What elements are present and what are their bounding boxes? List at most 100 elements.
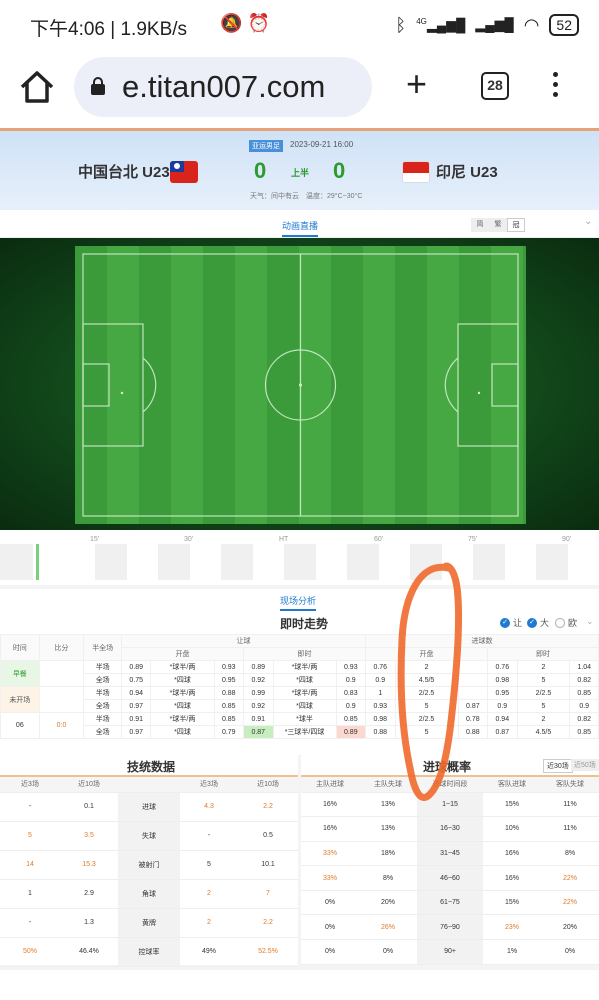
col-open: 开盘 (120, 647, 245, 661)
prob-cell: 16% (301, 792, 359, 818)
stat-cell: 5 (180, 850, 238, 880)
odds-cell: 0.95 (213, 673, 245, 687)
goal-probability-panel: 进球概率 近30场 近50场 主队进球 主队失球 进球时间段 客队进球 客队失球… (301, 755, 599, 965)
option-total[interactable]: ✓ 大 (527, 616, 549, 629)
home-team-name[interactable]: 中国台北 U23 (78, 161, 170, 182)
lang-cantonese[interactable]: 冠 (507, 218, 525, 232)
stat-cell: 黄牌 (118, 908, 180, 938)
home-score: 0 (254, 158, 267, 183)
odds-cell: 0.75 (120, 673, 152, 687)
odds-cell: 0.91 (120, 712, 152, 726)
table-row: 50% 46.4% 控球率 49% 52.5% (0, 937, 298, 967)
row-type: 全场 (83, 673, 122, 687)
prob-cell: 61~75 (417, 890, 483, 916)
odds-cell: *球半 (272, 712, 337, 726)
timeline-label: 75' (468, 536, 478, 543)
match-period: 上半 (291, 168, 310, 178)
menu-icon[interactable] (548, 69, 562, 105)
table-header-row: 时间 比分 半全场 让球 进球数 (0, 634, 599, 661)
prob-cell: 0% (301, 890, 359, 916)
status-right-icons: ᛒ 4G▂▄▆█ ▂▄▆█ ◠ 52 (395, 14, 579, 36)
status-left-icons: 🔕 ⏰ (220, 13, 270, 34)
away-team-flag (402, 161, 430, 183)
odds-cell: 0.78 (457, 712, 489, 726)
stat-cell: 1.3 (60, 908, 118, 938)
odds-cell: 2 (394, 660, 459, 674)
odds-cell: 0.95 (487, 686, 518, 700)
prob-cell: 20% (359, 890, 417, 916)
row-type: 全场 (83, 725, 122, 739)
odds-cell: 0.92 (243, 699, 274, 713)
odds-cell: 1.04 (569, 660, 599, 674)
table-row: 06 0:0 半场 0.91 *球半/两 0.85 0.91 *球半 0.85 0.98 2/2.5… (0, 712, 599, 739)
table-row: -1.3 黄牌 2 2.2 (0, 908, 298, 938)
table-row: 0% 0% 90+ 1% 0% (301, 939, 599, 965)
row-type: 半场 (83, 686, 122, 700)
timeline-block (284, 544, 316, 580)
odds-cell: 0.82 (569, 712, 599, 726)
address-bar[interactable]: e.titan007.com (74, 57, 372, 117)
stat-cell: 2.2 (238, 792, 298, 822)
battery-icon: 52 (549, 14, 579, 36)
home-icon[interactable] (18, 68, 56, 106)
row-score (38, 686, 85, 713)
option-handicap[interactable]: ✓ 让 (500, 616, 522, 629)
chevron-down-icon[interactable]: ⌄ (586, 616, 594, 627)
prob-cell: 0% (301, 939, 359, 965)
away-team-name[interactable]: 印尼 U23 (436, 161, 498, 182)
prob-cell: 13% (359, 792, 417, 818)
odds-cell: 0.98 (487, 673, 518, 687)
prob-cell: 11% (541, 816, 599, 842)
col-header: 进球时间段 (417, 775, 483, 793)
lang-traditional[interactable]: 繁 (489, 218, 507, 232)
prob-cell: 33% (301, 865, 359, 891)
option-european[interactable]: 欧 (555, 616, 577, 629)
table-row: 全场 0.97 *四球 0.85 0.92 *四球 0.9 0.93 5 0.87 0.9 5 0.9 (1, 699, 599, 713)
odds-cell: *四球 (150, 699, 215, 713)
odds-cell: 2/2.5 (394, 712, 459, 726)
mute-bell-icon: 🔕 (220, 13, 243, 33)
tab-switcher-button[interactable]: 28 (481, 72, 509, 100)
odds-cell: *三球半/四球 (272, 725, 337, 739)
prob-cell: 10% (483, 816, 541, 842)
check-icon: ✓ (527, 617, 537, 628)
col-total: 进球数 (365, 634, 599, 648)
tab-live-analysis[interactable]: 现场分析 (280, 594, 317, 611)
odds-cell: 0.87 (487, 725, 518, 739)
chevron-down-icon[interactable]: ⌄ (584, 216, 592, 227)
odds-cell: 4.5/5 (516, 725, 571, 739)
tab-last-50[interactable]: 近50场 (571, 759, 599, 771)
odds-cell: 0.85 (569, 686, 599, 700)
new-tab-button[interactable]: + (406, 66, 427, 102)
odds-cell: 0.9 (335, 699, 367, 713)
row-label: 06 (0, 712, 40, 739)
col-live: 即时 (243, 647, 367, 661)
stat-cell: 失球 (118, 821, 180, 851)
table-row: 33% 8% 46~60 16% 22% (301, 865, 599, 891)
odds-cell: 0.9 (335, 673, 367, 687)
tab-animation-live[interactable]: 动画直播 (282, 219, 319, 237)
odds-cell: 0.97 (120, 725, 152, 739)
table-row: 0% 26% 76~90 23% 20% (301, 914, 599, 941)
table-row: 未开场 半场 0.94 *球半/两 0.88 0.99 *球半/两 0.83 1 2/2.5 0.9… (0, 686, 599, 713)
table-header-row: 主队进球 主队失球 进球时间段 客队进球 客队失球 (301, 775, 599, 793)
odds-cell: 2/2.5 (516, 686, 571, 700)
row-type: 全场 (83, 699, 122, 713)
col-open: 开盘 (365, 647, 489, 661)
tab-last-30[interactable]: 近30场 (543, 759, 573, 773)
odds-cell: 0.99 (243, 686, 274, 700)
stat-cell: 0.1 (60, 792, 118, 822)
timeline-block (473, 544, 505, 580)
stat-cell: 46.4% (60, 937, 118, 967)
odds-cell: *球半/两 (150, 712, 215, 726)
odds-cell (457, 660, 489, 674)
odds-cell: *球半/两 (272, 660, 337, 674)
col-header (118, 775, 180, 793)
odds-cell: 0.89 (243, 660, 274, 674)
checkbox-icon (555, 617, 565, 628)
prob-cell: 16% (301, 816, 359, 842)
odds-cell: 0.98 (365, 712, 396, 726)
lang-simplified[interactable]: 简 (471, 218, 489, 232)
prob-cell: 22% (541, 890, 599, 916)
url-text: e.titan007.com (122, 69, 326, 104)
